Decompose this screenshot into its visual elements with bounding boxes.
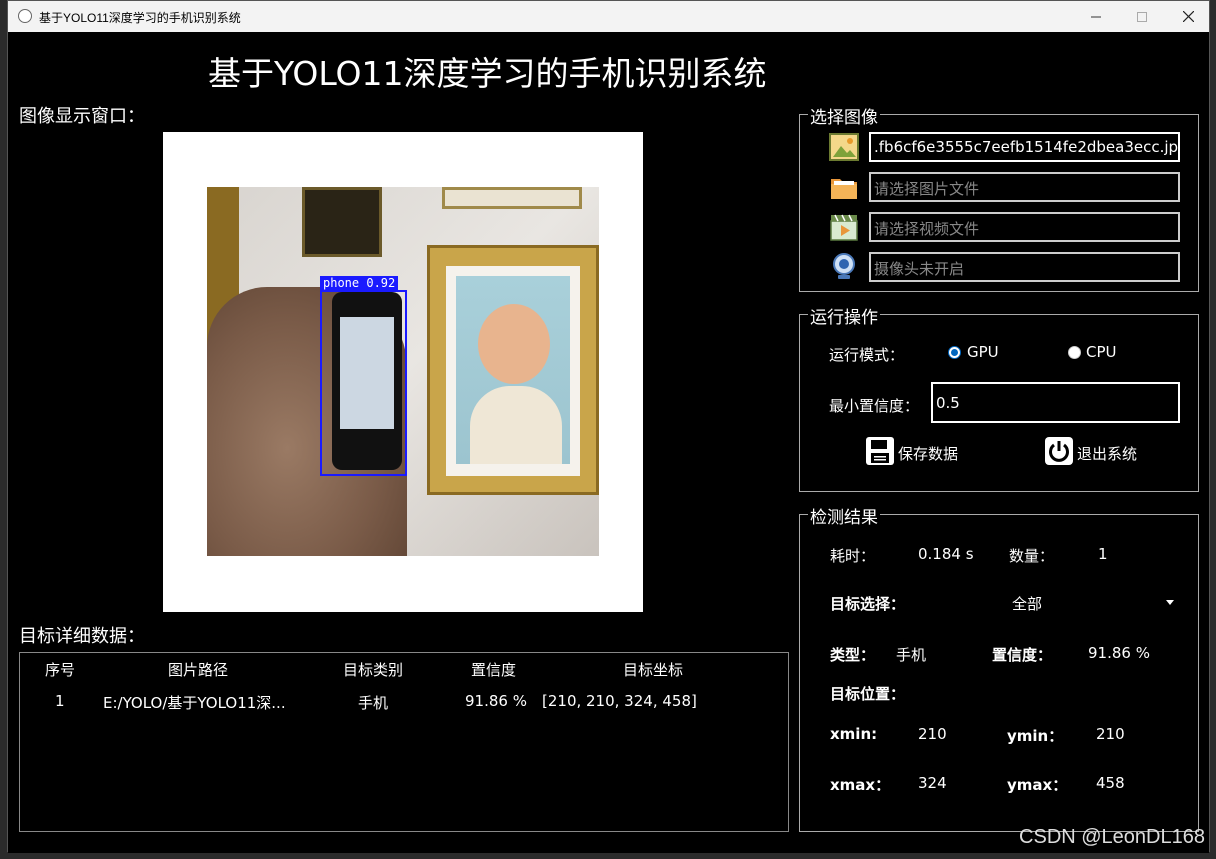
photo-top-frame-2: [442, 187, 582, 209]
image-window-label: 图像显示窗口：: [19, 106, 145, 127]
table-header: 目标类别: [343, 661, 404, 679]
time-label: 耗时：: [830, 547, 876, 565]
confidence-label: 置信度：: [992, 646, 1053, 664]
time-value: 0.184 s: [918, 545, 974, 563]
xmin-label: xmin:: [830, 725, 878, 743]
video-file-field[interactable]: 请选择视频文件: [869, 212, 1180, 242]
group-title: 选择图像: [808, 103, 880, 128]
baby-face: [478, 304, 550, 384]
camera-field[interactable]: 摄像头未开启: [869, 252, 1180, 282]
table-cell: [210, 210, 324, 458]: [542, 692, 697, 710]
save-data-button[interactable]: 保存数据: [865, 436, 965, 468]
exit-label: 退出系统: [1077, 445, 1138, 463]
exit-button[interactable]: 退出系统: [1044, 436, 1144, 468]
video-icon[interactable]: [829, 212, 859, 242]
target-select-dropdown[interactable]: 全部: [980, 587, 1180, 617]
xmin-value: 210: [918, 725, 947, 743]
gpu-radio[interactable]: [948, 346, 961, 359]
maximize-icon: [1137, 11, 1147, 22]
table-header: 置信度: [471, 661, 517, 679]
ymin-value: 210: [1096, 725, 1125, 743]
image-path-field[interactable]: .fb6cf6e3555c7eefb1514fe2dbea3ecc.jpg: [869, 132, 1180, 162]
confidence-value: 91.86 %: [1088, 644, 1150, 662]
group-title: 运行操作: [808, 303, 880, 328]
ymax-label: ymax：: [1007, 776, 1068, 794]
xmax-label: xmax：: [830, 776, 891, 794]
baby-body: [470, 386, 562, 464]
xmax-value: 324: [918, 774, 947, 792]
chevron-down-icon: [1166, 600, 1174, 605]
group-title: 检测结果: [808, 503, 880, 528]
main-content: 基于YOLO11深度学习的手机识别系统 图像显示窗口： phone 0.92 目…: [8, 32, 1209, 853]
close-button[interactable]: [1165, 1, 1211, 32]
cpu-label[interactable]: CPU: [1086, 343, 1117, 361]
gpu-label[interactable]: GPU: [967, 343, 999, 361]
cpu-radio[interactable]: [1068, 346, 1081, 359]
min-confidence-input[interactable]: 0.5: [931, 382, 1180, 423]
type-label: 类型：: [830, 646, 876, 664]
image-icon[interactable]: [829, 132, 859, 162]
close-icon: [1182, 11, 1194, 22]
table-header: 序号: [45, 661, 76, 679]
count-value: 1: [1098, 545, 1108, 563]
image-file-field[interactable]: 请选择图片文件: [869, 172, 1180, 202]
portrait-frame: [427, 245, 599, 495]
results-table[interactable]: 序号 图片路径 目标类别 置信度 目标坐标 1 E:/YOLO/基于YOLO11…: [19, 652, 789, 832]
power-icon: [1045, 437, 1073, 465]
photo-top-frame: [302, 187, 382, 257]
results-group: 检测结果 耗时： 0.184 s 数量： 1 目标选择： 全部 类型： 手机 置…: [799, 503, 1199, 832]
folder-icon[interactable]: [829, 172, 859, 202]
save-data-label: 保存数据: [898, 445, 959, 463]
window-title: 基于YOLO11深度学习的手机识别系统: [39, 11, 241, 25]
select-image-group: 选择图像 .fb6cf6e3555c7eefb1514fe2dbea3ecc.j…: [799, 103, 1199, 292]
title-bar: 基于YOLO11深度学习的手机识别系统: [8, 1, 1209, 32]
ymax-value: 458: [1096, 774, 1125, 792]
webcam-icon[interactable]: [829, 252, 859, 282]
detected-photo: phone 0.92: [207, 187, 599, 556]
maximize-button[interactable]: [1119, 1, 1165, 32]
app-title: 基于YOLO11深度学习的手机识别系统: [208, 54, 767, 93]
target-detail-label: 目标详细数据：: [19, 626, 145, 647]
watermark: CSDN @LeonDL168: [1019, 826, 1205, 848]
table-cell: E:/YOLO/基于YOLO11深...: [103, 694, 286, 712]
minimize-button[interactable]: [1073, 1, 1119, 32]
table-header: 图片路径: [168, 661, 229, 679]
table-header: 目标坐标: [623, 661, 684, 679]
table-cell: 手机: [358, 694, 389, 712]
run-mode-label: 运行模式：: [829, 346, 905, 364]
detection-box: [320, 290, 407, 476]
minimize-icon: [1091, 16, 1101, 17]
position-label: 目标位置：: [830, 685, 906, 703]
run-ops-group: 运行操作 运行模式： GPU CPU 最小置信度： 0.5 保存数据 退出系统: [799, 303, 1199, 492]
app-icon: [18, 9, 32, 23]
app-window: 基于YOLO11深度学习的手机识别系统 基于YOLO11深度学习的手机识别系统 …: [7, 0, 1210, 853]
type-value: 手机: [896, 646, 927, 664]
table-cell: 1: [55, 692, 65, 710]
target-select-value: 全部: [1012, 595, 1043, 613]
save-icon: [866, 437, 894, 465]
ymin-label: ymin：: [1007, 727, 1064, 745]
portrait: [456, 276, 570, 464]
image-display: phone 0.92: [163, 132, 643, 612]
table-cell: 91.86 %: [465, 692, 527, 710]
min-confidence-label: 最小置信度：: [829, 397, 920, 415]
count-label: 数量：: [1009, 547, 1055, 565]
detection-label: phone 0.92: [320, 276, 399, 291]
target-select-label: 目标选择：: [830, 595, 906, 613]
